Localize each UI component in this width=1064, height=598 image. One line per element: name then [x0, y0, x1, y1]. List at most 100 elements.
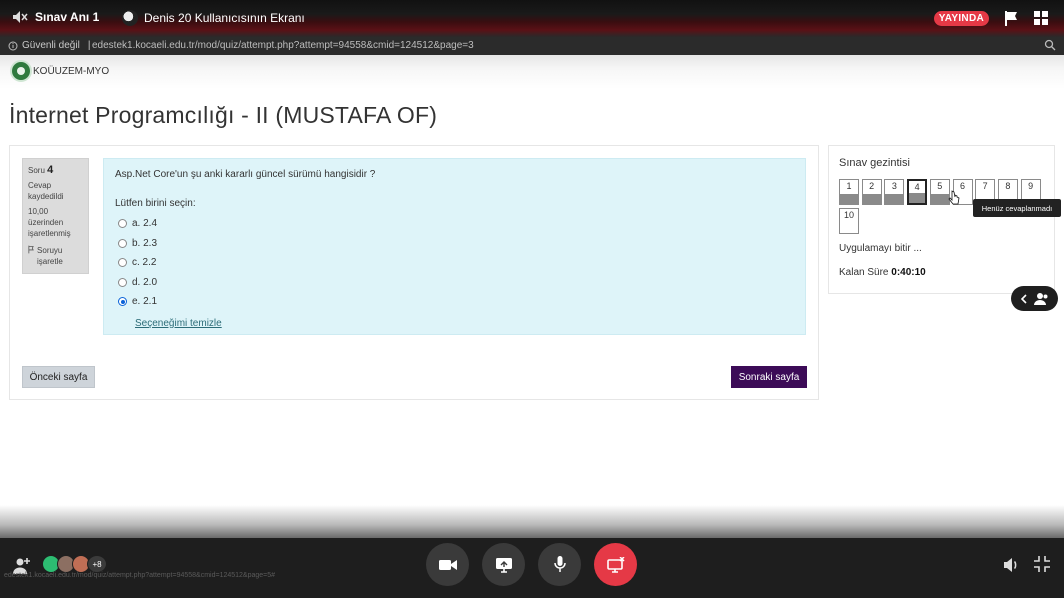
- finish-attempt-link[interactable]: Uygulamayı bitir ...: [839, 243, 922, 254]
- room-name: Sınav Anı 1: [35, 10, 100, 24]
- answered-indicator: [885, 194, 904, 204]
- answer-options: a. 2.4 b. 2.3 c. 2.2 d. 2.0 e. 2.1: [115, 214, 794, 312]
- stop-sharing-button[interactable]: [594, 543, 637, 586]
- presenter-avatar: [122, 10, 138, 26]
- clear-choice-link[interactable]: Seçeneğimi temizle: [135, 318, 794, 329]
- screen-share-button[interactable]: [482, 543, 525, 586]
- stop-share-icon: [606, 556, 625, 573]
- camera-button[interactable]: [426, 543, 469, 586]
- meeting-top-bar: Sınav Anı 1 Denis 20 Kullanıcısının Ekra…: [0, 0, 1064, 37]
- radio-button[interactable]: [118, 258, 127, 268]
- radio-button[interactable]: [118, 219, 127, 229]
- answer-option-label: a. 2.4: [132, 218, 158, 230]
- next-page-button[interactable]: Sonraki sayfa: [731, 366, 807, 388]
- answer-option-label: b. 2.3: [132, 237, 158, 249]
- status-bar-url: edestek1.kocaeli.edu.tr/mod/quiz/attempt…: [4, 572, 276, 579]
- answer-option[interactable]: e. 2.1: [118, 292, 794, 312]
- university-logo[interactable]: [10, 60, 32, 82]
- answer-option-label: d. 2.0: [132, 276, 158, 288]
- question-nav-number: 10: [843, 210, 854, 220]
- question-nav-number: 5: [937, 181, 943, 191]
- screen-bottom-fade: [0, 505, 1064, 538]
- security-label: Güvenli değil: [22, 40, 80, 51]
- mouse-pointer-icon: [948, 190, 960, 205]
- answered-indicator: [930, 194, 949, 204]
- more-participants-count: +8: [87, 555, 107, 573]
- question-nav-button[interactable]: 3: [884, 179, 905, 205]
- question-info-box: Soru 4 Cevap kaydedildi 10,00 üzerinden …: [22, 158, 89, 274]
- volume-icon[interactable]: [1002, 556, 1020, 574]
- url-text[interactable]: edestek1.kocaeli.edu.tr/mod/quiz/attempt…: [92, 40, 474, 51]
- microphone-icon: [553, 556, 566, 572]
- question-nav-number: 6: [959, 181, 965, 191]
- participants-panel-toggle[interactable]: [1011, 286, 1058, 311]
- layout-grid-icon[interactable]: [1034, 11, 1048, 25]
- microphone-button[interactable]: [538, 543, 581, 586]
- radio-button[interactable]: [118, 297, 127, 307]
- meeting-controls-bar: +8 edestek1.kocaeli.edu.tr/mod/quiz/atte…: [0, 538, 1064, 598]
- security-indicator[interactable]: Güvenli değil |: [8, 40, 90, 51]
- answer-option-label: c. 2.2: [132, 257, 157, 269]
- screen-share-icon: [495, 557, 512, 573]
- question-number: Soru 4: [28, 165, 83, 176]
- question-nav-number: 2: [869, 181, 875, 191]
- zoom-icon[interactable]: [1044, 39, 1056, 51]
- exit-fullscreen-icon[interactable]: [1034, 556, 1050, 572]
- question-nav-number: 9: [1028, 181, 1034, 191]
- answer-option[interactable]: d. 2.0: [118, 273, 794, 293]
- flag-icon[interactable]: [1003, 10, 1019, 26]
- radio-button[interactable]: [118, 277, 127, 287]
- participant-avatars[interactable]: +8: [42, 555, 107, 573]
- radio-button[interactable]: [118, 238, 127, 248]
- previous-page-button[interactable]: Önceki sayfa: [22, 366, 95, 388]
- quiz-navigation-title: Sınav gezintisi: [839, 157, 910, 169]
- answer-option-label: e. 2.1: [132, 296, 158, 308]
- site-brand[interactable]: KOÜUZEM-MYO: [33, 66, 109, 77]
- site-header: KOÜUZEM-MYO: [0, 55, 1064, 89]
- page-title: İnternet Programcılığı - II (MUSTAFA OF): [9, 102, 438, 128]
- answered-indicator: [840, 194, 858, 204]
- answer-option[interactable]: c. 2.2: [118, 253, 794, 273]
- not-answered-tooltip: Henüz cevaplanmadı: [973, 199, 1061, 217]
- live-badge: YAYINDA: [933, 11, 989, 26]
- browser-address-bar: Güvenli değil | edestek1.kocaeli.edu.tr/…: [0, 37, 1064, 55]
- question-nav-button[interactable]: 10: [839, 208, 859, 234]
- quiz-navigation-block: Sınav gezintisi 1 2 3 4 5 6 7 8 9 10 Uygulamayı b…: [828, 145, 1055, 294]
- question-nav-button[interactable]: 4: [907, 179, 928, 205]
- answer-option[interactable]: b. 2.3: [118, 234, 794, 254]
- answer-prompt: Lütfen birini seçin:: [115, 198, 196, 209]
- question-nav-number: 1: [846, 181, 852, 191]
- answer-status: Cevap kaydedildi: [28, 181, 64, 201]
- info-icon: [8, 41, 18, 50]
- flag-outline-icon: [28, 245, 34, 254]
- chevron-left-icon: [1021, 293, 1027, 304]
- answer-option[interactable]: a. 2.4: [118, 214, 794, 234]
- question-nav-button[interactable]: 1: [839, 179, 859, 205]
- participants-icon: [1033, 292, 1048, 305]
- answered-indicator: [909, 193, 926, 203]
- question-nav-number: 3: [891, 181, 897, 191]
- presenter-label: Denis 20 Kullanıcısının Ekranı: [144, 11, 305, 25]
- flag-question-toggle[interactable]: Soruyu işaretle: [28, 245, 83, 267]
- time-remaining: Kalan Süre 0:40:10: [839, 267, 926, 278]
- question-nav-number: 7: [982, 181, 988, 191]
- question-label: Soru: [28, 166, 45, 175]
- speaker-muted-icon[interactable]: [12, 10, 28, 24]
- question-nav-button[interactable]: 2: [861, 179, 882, 205]
- answered-indicator: [862, 194, 881, 204]
- question-nav-number: 8: [1005, 181, 1011, 191]
- camera-icon: [438, 559, 457, 570]
- quiz-question-card: Soru 4 Cevap kaydedildi 10,00 üzerinden …: [9, 145, 819, 400]
- flag-question-label: Soruyu işaretle: [37, 246, 63, 266]
- question-text: Asp.Net Core'un şu anki kararlı güncel s…: [115, 169, 376, 180]
- question-marks: 10,00 üzerinden işaretlenmiş: [28, 207, 71, 238]
- time-remaining-label: Kalan Süre: [839, 267, 889, 278]
- screen-share-frame: Sınav Anı 1 Denis 20 Kullanıcısının Ekra…: [0, 0, 1064, 598]
- question-nav-button[interactable]: 5: [929, 179, 950, 205]
- room-title: Sınav Anı 1: [12, 10, 99, 24]
- presenter-info: Denis 20 Kullanıcısının Ekranı: [122, 10, 305, 26]
- question-content: Asp.Net Core'un şu anki kararlı güncel s…: [103, 158, 806, 335]
- separator: |: [87, 40, 91, 51]
- question-number-value: 4: [47, 164, 54, 176]
- question-nav-number: 4: [914, 182, 920, 192]
